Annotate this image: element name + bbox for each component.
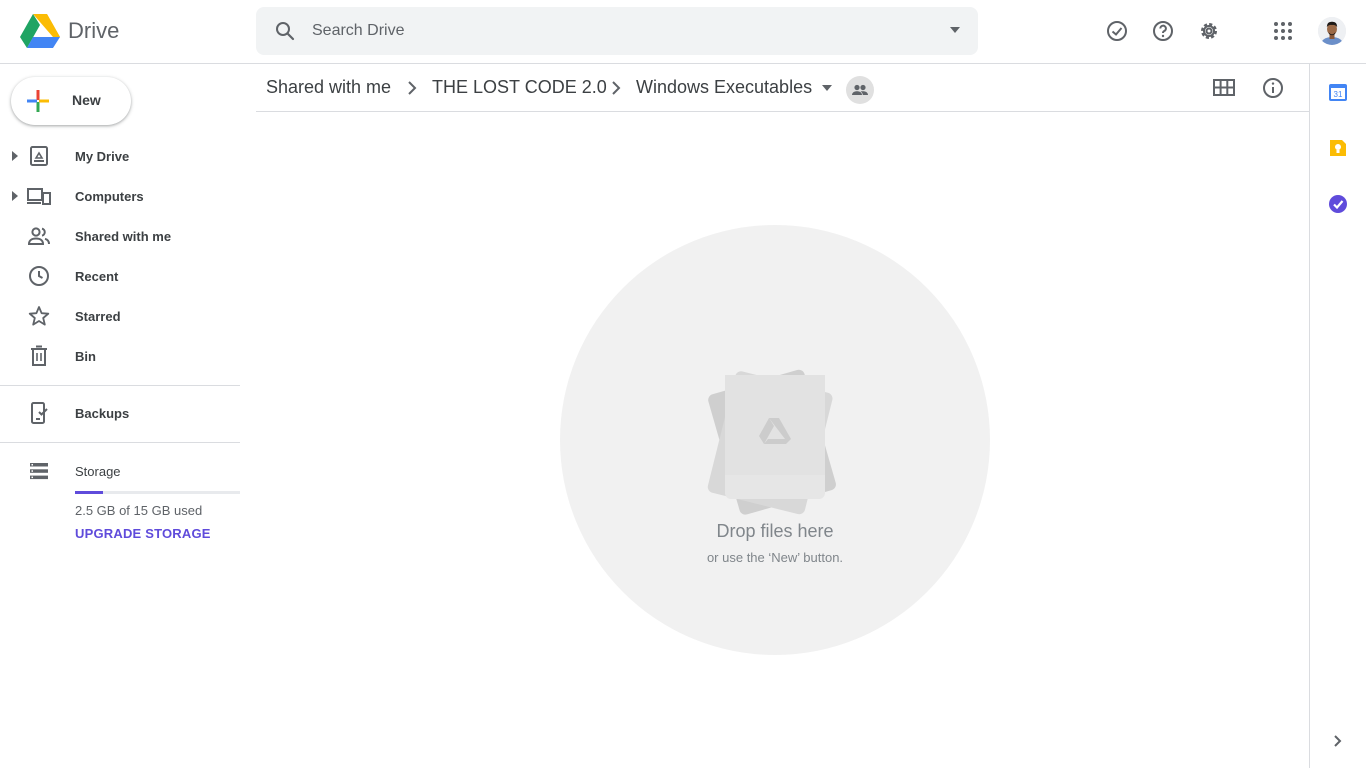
sidebar-item-label: Backups — [75, 406, 130, 421]
new-button[interactable]: New — [11, 77, 131, 125]
sidebar-divider — [0, 442, 240, 443]
star-icon — [28, 306, 50, 326]
app-name: Drive — [68, 18, 120, 43]
sidebar-item-recent[interactable]: Recent — [0, 256, 240, 296]
sidebar-item-label: Starred — [75, 309, 121, 324]
info-icon[interactable] — [1261, 76, 1285, 100]
breadcrumb-item-the-lost-code[interactable]: THE LOST CODE 2.0 — [432, 77, 607, 98]
people-icon — [27, 227, 50, 245]
check-circle-icon[interactable] — [1105, 19, 1129, 43]
computers-icon — [27, 188, 51, 205]
storage-icon — [30, 463, 48, 480]
tasks-icon[interactable] — [1328, 194, 1348, 214]
empty-folder-illustration — [707, 369, 836, 515]
sidebar-item-label: Computers — [75, 189, 144, 204]
sidebar-item-my-drive[interactable]: My Drive — [0, 136, 240, 176]
drop-files-title: Drop files here — [716, 521, 834, 541]
chevron-right-icon[interactable] — [1333, 734, 1343, 748]
search-icon[interactable] — [273, 19, 297, 43]
sidebar-item-label: Recent — [75, 269, 119, 284]
calendar-icon[interactable]: 31 — [1328, 82, 1348, 102]
sidebar-divider — [0, 385, 240, 386]
breadcrumb-current-folder[interactable]: Windows Executables — [636, 77, 812, 98]
help-icon[interactable] — [1151, 19, 1175, 43]
drive-logo-icon — [20, 14, 60, 48]
apps-grid-icon[interactable] — [1271, 19, 1295, 43]
storage-usage-bar — [75, 491, 240, 494]
sidebar-item-label: Bin — [75, 349, 96, 364]
side-panel-rail: 31 — [1309, 64, 1366, 768]
sidebar-item-label: Shared with me — [75, 229, 172, 244]
chevron-right-icon — [612, 81, 621, 95]
plus-icon — [27, 90, 49, 112]
breadcrumb-item-shared-with-me[interactable]: Shared with me — [266, 77, 391, 98]
account-avatar[interactable] — [1318, 17, 1346, 45]
sidebar-item-label: Storage — [75, 464, 121, 479]
storage-usage-text: 2.5 GB of 15 GB used — [75, 503, 203, 518]
sidebar-item-backups[interactable]: Backups — [0, 393, 240, 433]
expand-caret-icon[interactable] — [12, 191, 18, 201]
chevron-right-icon — [408, 81, 417, 95]
avatar-picture — [1318, 17, 1346, 45]
sidebar-item-storage[interactable]: Storage — [0, 451, 240, 491]
folder-menu-dropdown-icon[interactable] — [822, 85, 832, 91]
new-button-label: New — [72, 92, 101, 108]
drive-logo[interactable]: Drive — [20, 14, 119, 48]
upgrade-storage-link[interactable]: UPGRADE STORAGE — [75, 526, 211, 541]
clock-icon — [29, 266, 49, 286]
breadcrumb: Shared with me THE LOST CODE 2.0 Windows… — [256, 64, 1309, 112]
shared-folder-badge[interactable] — [846, 76, 874, 104]
trash-icon — [31, 345, 47, 366]
search-options-icon[interactable] — [950, 27, 960, 33]
backup-icon — [31, 402, 48, 424]
search-input[interactable] — [312, 17, 912, 45]
drop-files-subtitle: or use the ‘New’ button. — [706, 550, 844, 565]
sidebar-item-starred[interactable]: Starred — [0, 296, 240, 336]
sidebar-item-label: My Drive — [75, 149, 130, 164]
keep-icon[interactable] — [1328, 138, 1348, 158]
expand-caret-icon[interactable] — [12, 151, 18, 161]
search-bar[interactable] — [256, 7, 978, 55]
people-icon — [852, 84, 868, 95]
storage-usage-fill — [75, 491, 103, 494]
grid-view-icon[interactable] — [1213, 78, 1235, 98]
calendar-day-number: 31 — [1334, 90, 1343, 99]
sidebar-item-bin[interactable]: Bin — [0, 336, 240, 376]
sidebar-item-computers[interactable]: Computers — [0, 176, 240, 216]
gear-icon[interactable] — [1197, 19, 1221, 43]
sidebar-item-shared-with-me[interactable]: Shared with me — [0, 216, 240, 256]
top-bar: Drive — [0, 0, 1366, 64]
my-drive-icon — [30, 146, 48, 166]
